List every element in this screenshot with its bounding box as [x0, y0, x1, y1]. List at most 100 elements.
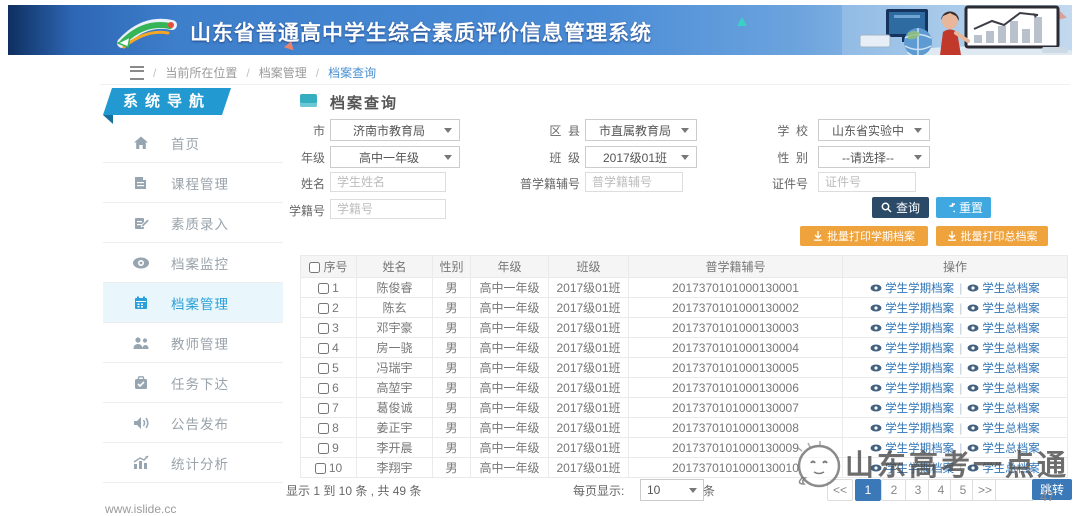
table-row: 7 葛俊诚 男 高中一年级 2017级01班 20173701010001300…	[301, 398, 1068, 418]
batch-print-semester-button[interactable]: 批量打印学期档案	[800, 226, 928, 246]
sidebar-item-monitor[interactable]: 档案监控	[103, 243, 283, 283]
breadcrumb-item-query[interactable]: 档案查询	[328, 64, 376, 81]
breadcrumb-item-archive[interactable]: 档案管理	[259, 64, 307, 81]
semester-archive-link[interactable]: 学生学期档案	[870, 440, 954, 456]
total-archive-link[interactable]: 学生总档案	[967, 420, 1040, 436]
row-checkbox[interactable]	[318, 363, 329, 374]
sidebar-item-home[interactable]: 首页	[103, 123, 283, 163]
cell-index: 1	[301, 278, 357, 298]
aux-id-input[interactable]	[585, 172, 683, 192]
sidebar-item-courses[interactable]: 课程管理	[103, 163, 283, 203]
cell-index: 7	[301, 398, 357, 418]
eye-icon	[967, 304, 979, 312]
total-archive-link[interactable]: 学生总档案	[967, 380, 1040, 396]
cell-actions: 学生学期档案 | 学生总档案	[843, 398, 1068, 418]
cell-gender: 男	[433, 438, 471, 458]
cell-class: 2017级01班	[549, 438, 629, 458]
caret-down-icon	[681, 155, 689, 160]
row-checkbox[interactable]	[318, 383, 329, 394]
sidebar-item-stats[interactable]: 统计分析	[103, 443, 283, 483]
row-checkbox[interactable]	[318, 443, 329, 454]
semester-archive-link[interactable]: 学生学期档案	[870, 340, 954, 356]
gender-select[interactable]: --请选择--	[818, 146, 930, 168]
total-archive-link[interactable]: 学生总档案	[967, 440, 1040, 456]
total-archive-link[interactable]: 学生总档案	[967, 360, 1040, 376]
sidebar-item-teachers[interactable]: 教师管理	[103, 323, 283, 363]
semester-archive-link[interactable]: 学生学期档案	[870, 380, 954, 396]
row-checkbox[interactable]	[318, 303, 329, 314]
school-select[interactable]: 山东省实验中	[818, 119, 930, 141]
district-select[interactable]: 市直属教育局	[585, 119, 697, 141]
sidebar-item-tasks[interactable]: 任务下达	[103, 363, 283, 403]
total-archive-link[interactable]: 学生总档案	[967, 280, 1040, 296]
monitor-icon	[131, 253, 151, 273]
cell-name: 陈玄	[357, 298, 433, 318]
row-checkbox[interactable]	[315, 463, 326, 474]
semester-archive-link[interactable]: 学生学期档案	[870, 400, 954, 416]
sidebar-item-label: 课程管理	[171, 173, 229, 193]
semester-archive-link[interactable]: 学生学期档案	[870, 460, 954, 476]
semester-archive-link[interactable]: 学生学期档案	[870, 320, 954, 336]
semester-archive-link[interactable]: 学生学期档案	[870, 420, 954, 436]
app-title: 山东省普通高中学生综合素质评价信息管理系统	[190, 17, 652, 47]
cell-gender: 男	[433, 278, 471, 298]
semester-archive-link[interactable]: 学生学期档案	[870, 360, 954, 376]
total-archive-link[interactable]: 学生总档案	[967, 300, 1040, 316]
eye-icon	[967, 324, 979, 332]
eye-icon	[870, 364, 882, 372]
caret-down-icon	[914, 128, 922, 133]
menu-icon[interactable]	[130, 66, 144, 80]
district-value: 市直属教育局	[593, 122, 677, 139]
reset-button[interactable]: 重置	[936, 197, 991, 218]
name-input[interactable]	[330, 172, 446, 192]
cell-class: 2017级01班	[549, 418, 629, 438]
row-checkbox[interactable]	[318, 283, 329, 294]
class-select[interactable]: 2017级01班	[585, 146, 697, 168]
per-page-select[interactable]: 10	[640, 479, 704, 501]
header-class: 班级	[549, 256, 629, 278]
cell-name: 李开晨	[357, 438, 433, 458]
total-archive-link[interactable]: 学生总档案	[967, 400, 1040, 416]
page-button-2[interactable]: 2	[881, 479, 907, 501]
row-checkbox[interactable]	[318, 423, 329, 434]
cell-grade: 高中一年级	[471, 298, 549, 318]
student-id-input[interactable]	[330, 199, 446, 219]
archive-icon	[131, 293, 151, 313]
batch-print-total-label: 批量打印总档案	[961, 228, 1038, 244]
row-checkbox[interactable]	[318, 343, 329, 354]
cell-index: 10	[301, 458, 357, 478]
jump-page-input[interactable]	[995, 479, 1033, 501]
cell-grade: 高中一年级	[471, 358, 549, 378]
sidebar-item-label: 公告发布	[171, 413, 229, 433]
semester-archive-link[interactable]: 学生学期档案	[870, 280, 954, 296]
table-row: 1 陈俊睿 男 高中一年级 2017级01班 20173701010001300…	[301, 278, 1068, 298]
page-button-1[interactable]: 1	[855, 479, 881, 501]
search-button[interactable]: 查询	[872, 197, 929, 218]
cell-student-id: 2017370101000130005	[629, 358, 843, 378]
total-archive-link[interactable]: 学生总档案	[967, 460, 1040, 476]
results-table: 序号 姓名 性别 年级 班级 普学籍辅号 操作 1 陈俊睿 男 高中一年级 20…	[300, 255, 1068, 478]
eye-icon	[870, 344, 882, 352]
header-actions: 操作	[843, 256, 1068, 278]
cell-name: 邓宇豪	[357, 318, 433, 338]
sidebar-item-label: 素质录入	[171, 213, 229, 233]
sidebar-item-entry[interactable]: 素质录入	[103, 203, 283, 243]
page-prev-button[interactable]: <<	[827, 479, 853, 501]
sidebar-item-announce[interactable]: 公告发布	[103, 403, 283, 443]
select-all-checkbox[interactable]	[309, 262, 320, 273]
sidebar-item-archive[interactable]: 档案管理	[103, 283, 283, 323]
city-select[interactable]: 济南市教育局	[330, 119, 460, 141]
row-checkbox[interactable]	[318, 403, 329, 414]
batch-print-total-button[interactable]: 批量打印总档案	[936, 226, 1048, 246]
action-separator: |	[959, 321, 962, 335]
total-archive-link[interactable]: 学生总档案	[967, 320, 1040, 336]
sidebar-item-label: 教师管理	[171, 333, 229, 353]
breadcrumb-sep: /	[153, 66, 156, 80]
semester-archive-link[interactable]: 学生学期档案	[870, 300, 954, 316]
cell-student-id: 2017370101000130001	[629, 278, 843, 298]
action-separator: |	[959, 441, 962, 455]
row-checkbox[interactable]	[318, 323, 329, 334]
cert-id-input[interactable]	[818, 172, 916, 192]
total-archive-link[interactable]: 学生总档案	[967, 340, 1040, 356]
grade-select[interactable]: 高中一年级	[330, 146, 460, 168]
